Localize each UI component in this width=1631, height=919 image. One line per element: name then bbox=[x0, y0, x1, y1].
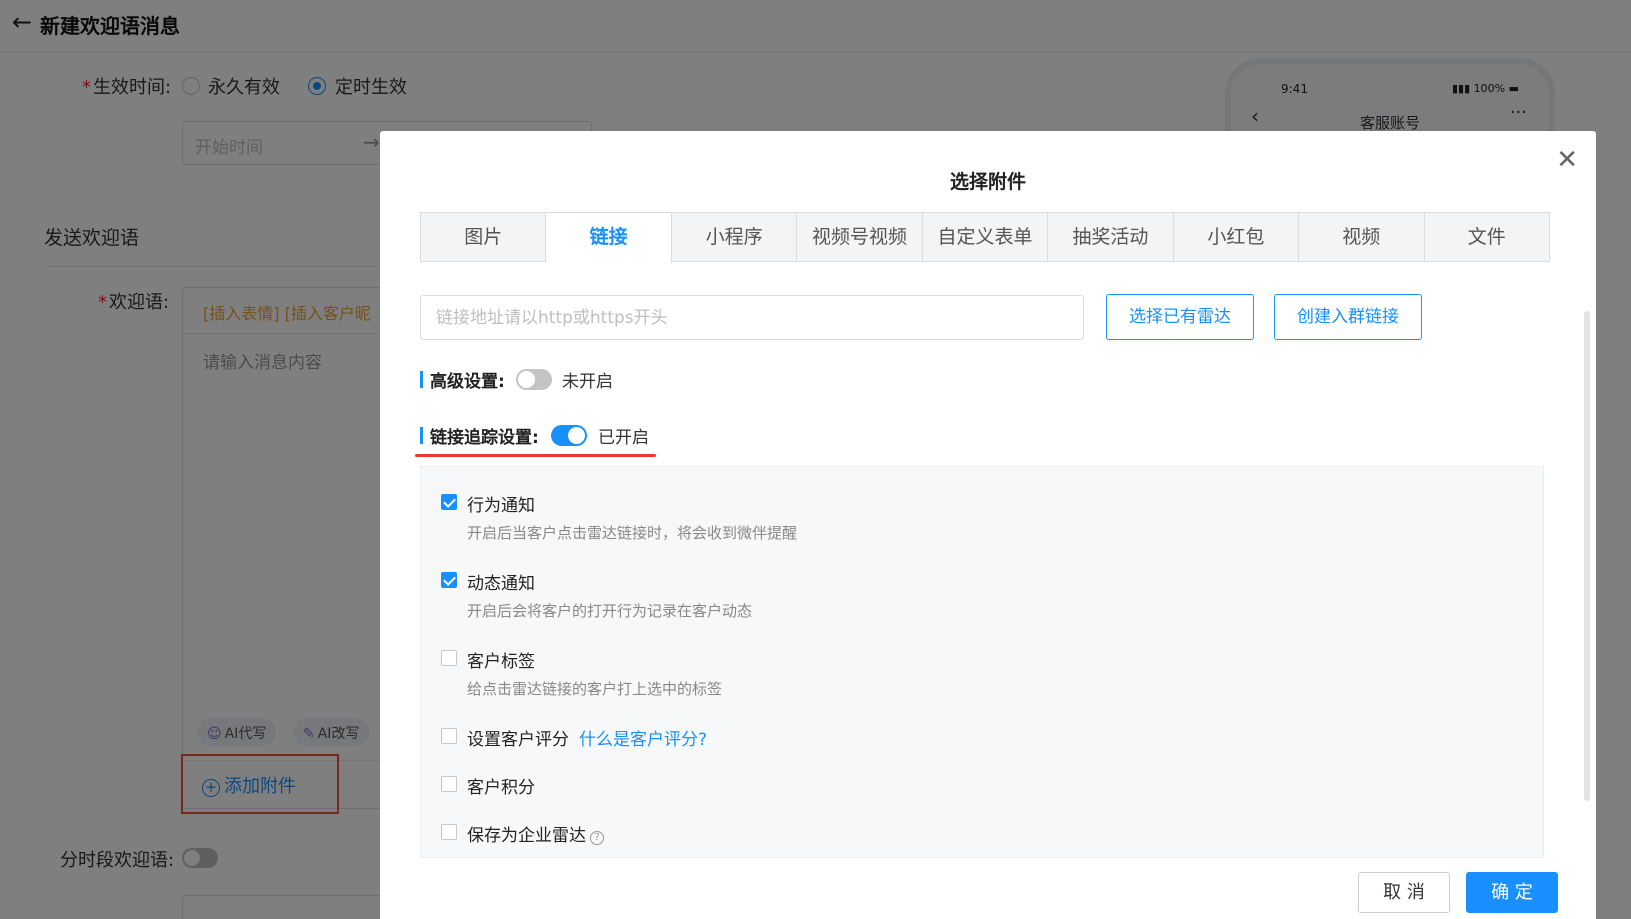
tracking-settings-label: 链接追踪设置: bbox=[430, 428, 539, 448]
option-label: 设置客户评分 什么是客户评分? bbox=[467, 730, 708, 750]
option-desc: 给点击雷达链接的客户打上选中的标签 bbox=[467, 680, 723, 698]
close-icon[interactable]: ✕ bbox=[1556, 145, 1578, 175]
advanced-settings-state: 未开启 bbox=[562, 372, 613, 392]
tracking-highlight-underline bbox=[415, 454, 656, 457]
what-is-score-link[interactable]: 什么是客户评分? bbox=[579, 730, 707, 750]
option-label: 客户标签 bbox=[467, 652, 535, 672]
customer-score-checkbox[interactable] bbox=[441, 728, 457, 744]
accent-bar bbox=[420, 427, 423, 444]
option-desc: 开启后当客户点击雷达链接时，将会收到微伴提醒 bbox=[467, 524, 798, 542]
activity-notice-checkbox[interactable] bbox=[441, 572, 457, 588]
tab-lottery[interactable]: 抽奖活动 bbox=[1048, 213, 1174, 261]
confirm-button[interactable]: 确 定 bbox=[1466, 872, 1558, 913]
option-label: 客户积分 bbox=[467, 778, 535, 798]
link-url-input[interactable] bbox=[420, 295, 1084, 340]
create-group-link-button[interactable]: 创建入群链接 bbox=[1274, 294, 1422, 340]
tab-video[interactable]: 视频 bbox=[1299, 213, 1425, 261]
dialog-title: 选择附件 bbox=[949, 171, 1026, 193]
attachment-dialog: 选择附件 ✕ 图片 链接 小程序 视频号视频 自定义表单 抽奖活动 小红包 视频… bbox=[380, 131, 1596, 919]
customer-points-checkbox[interactable] bbox=[441, 776, 457, 792]
advanced-settings-switch[interactable] bbox=[516, 369, 552, 390]
advanced-settings-label: 高级设置: bbox=[430, 372, 505, 392]
option-label: 行为通知 bbox=[467, 496, 535, 516]
attachment-tabs: 图片 链接 小程序 视频号视频 自定义表单 抽奖活动 小红包 视频 文件 bbox=[420, 212, 1550, 263]
tab-red-packet[interactable]: 小红包 bbox=[1173, 213, 1300, 261]
dialog-scrollbar[interactable] bbox=[1584, 311, 1590, 801]
tracking-settings-row: 链接追踪设置: 已开启 bbox=[420, 423, 720, 449]
behavior-notice-checkbox[interactable] bbox=[441, 494, 457, 510]
tab-channel-video[interactable]: 视频号视频 bbox=[797, 213, 923, 261]
tracking-settings-switch[interactable] bbox=[551, 425, 587, 446]
tracking-options-panel: 行为通知 开启后当客户点击雷达链接时，将会收到微伴提醒 动态通知 开启后会将客户… bbox=[420, 466, 1544, 858]
tab-link[interactable]: 链接 bbox=[546, 213, 672, 263]
advanced-settings-row: 高级设置: 未开启 bbox=[420, 367, 720, 393]
tab-file[interactable]: 文件 bbox=[1424, 213, 1549, 261]
help-icon[interactable]: ? bbox=[590, 831, 604, 845]
tab-custom-form[interactable]: 自定义表单 bbox=[922, 213, 1049, 261]
tab-image[interactable]: 图片 bbox=[421, 213, 547, 261]
tracking-settings-state: 已开启 bbox=[598, 428, 649, 448]
save-radar-checkbox[interactable] bbox=[441, 824, 457, 840]
customer-tag-checkbox[interactable] bbox=[441, 650, 457, 666]
select-radar-button[interactable]: 选择已有雷达 bbox=[1106, 294, 1254, 340]
option-desc: 开启后会将客户的打开行为记录在客户动态 bbox=[467, 602, 753, 620]
cancel-button[interactable]: 取 消 bbox=[1358, 872, 1450, 913]
option-label: 动态通知 bbox=[467, 574, 535, 594]
tab-mini-program[interactable]: 小程序 bbox=[671, 213, 798, 261]
option-label: 保存为企业雷达? bbox=[467, 821, 604, 846]
accent-bar bbox=[420, 371, 423, 388]
